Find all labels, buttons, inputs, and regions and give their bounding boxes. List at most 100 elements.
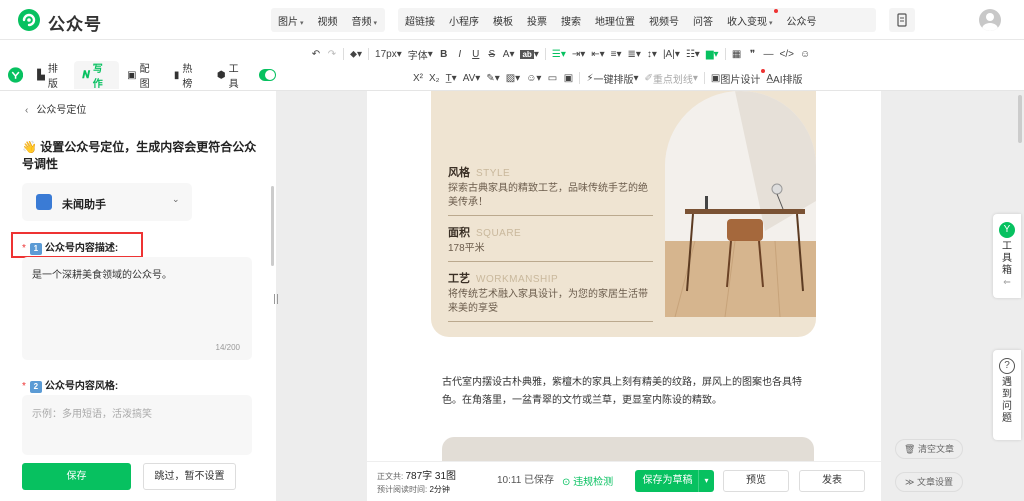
subscript-icon[interactable]: X₂ [426, 69, 443, 87]
menu-monetize[interactable]: 收入变现 [720, 8, 780, 28]
font-family-select[interactable]: 字体 ▾ [405, 45, 436, 63]
quote-icon[interactable]: ❞ [745, 45, 761, 63]
italic-icon[interactable]: I [452, 45, 468, 63]
clear-format-icon[interactable]: ✎▾ [483, 69, 502, 87]
help-tab[interactable]: ? 遇到问题 [993, 350, 1021, 440]
panel-resize-handle[interactable] [272, 288, 280, 310]
save-draft-button[interactable]: 保存为草稿 ▾ [635, 470, 714, 492]
word-stats: 正文共: 787字 31图 预计阅读时间: 2分钟 [377, 471, 457, 494]
page-scrollbar[interactable] [1018, 95, 1022, 143]
tab-image[interactable]: ▣ 配图 [119, 61, 166, 90]
paragraph-spacing-icon[interactable]: ≣▾ [625, 45, 644, 63]
menu-hyperlink[interactable]: 超链接 [398, 13, 442, 28]
content-style-input[interactable]: 示例：多用短语，活泼搞笑 [22, 395, 252, 455]
font-size-select[interactable]: 17px ▾ [372, 45, 405, 63]
undo-icon[interactable]: ↶ [308, 45, 324, 63]
top-bar: 公众号 图片 视频 音频 超链接 小程序 模板 投票 搜索 地理位置 视频号 问… [0, 0, 1024, 40]
block-style-icon[interactable]: ▆▾ [703, 45, 722, 63]
ai-typeset-button[interactable]: A̲ AI排版 [763, 69, 805, 87]
tab-tools[interactable]: ⬢ 工具 [209, 61, 255, 90]
chevron-down-icon[interactable]: ▾ [698, 470, 714, 492]
publish-button[interactable]: 发表 [799, 470, 865, 492]
key-line-button[interactable]: ✐ 重点划线 ▾ [642, 69, 701, 87]
outdent-icon[interactable]: ⇤▾ [588, 45, 607, 63]
save-button[interactable]: 保存 [22, 463, 131, 490]
tab-layout[interactable]: ▙ 排版 [29, 61, 74, 90]
menu-location[interactable]: 地理位置 [588, 13, 642, 28]
strikethrough-icon[interactable]: S [484, 45, 500, 63]
cube-icon: ⬢ [216, 69, 226, 81]
spec-area: 面积 SQUARE 178平米 [448, 224, 653, 262]
menu-video[interactable]: 视频 [311, 13, 345, 28]
chevron-double-down-icon: ≫ [905, 477, 917, 487]
plugin-logo-icon: Y [999, 222, 1015, 238]
menu-qa[interactable]: 问答 [686, 13, 720, 28]
question-icon: ? [999, 358, 1015, 374]
image-insert-icon[interactable]: ▨▾ [503, 69, 523, 87]
margin-icon[interactable]: |A|▾ [660, 45, 683, 63]
furniture-photo[interactable] [665, 91, 816, 317]
menu-miniprogram[interactable]: 小程序 [442, 13, 486, 28]
menu-audio[interactable]: 音频 [345, 13, 385, 28]
align-icon[interactable]: ☰▾ [549, 45, 569, 63]
plugin-logo-icon[interactable] [8, 67, 24, 83]
trash-icon: 🗑 [904, 444, 918, 454]
panel-scrollbar[interactable] [271, 186, 274, 266]
menu-search[interactable]: 搜索 [554, 13, 588, 28]
violation-check-link[interactable]: ⊙ 违规检测 [562, 473, 613, 488]
arrow-left-icon: ⇐ [1003, 277, 1011, 287]
tab-trending[interactable]: ▮ 热榜 [166, 61, 209, 90]
article-paragraph: 古代室内摆设古朴典雅，紫檀木的家具上刻有精美的纹路，屏风上的图案也各具特色。在角… [442, 377, 802, 406]
background-color-icon[interactable]: ab ▾ [517, 45, 541, 63]
char-spacing-icon[interactable]: AV▾ [460, 69, 484, 87]
editor-footer: 正文共: 787字 31图 预计阅读时间: 2分钟 10:11 已保存 ⊙ 违规… [367, 461, 881, 501]
preview-button[interactable]: 预览 [723, 470, 789, 492]
plugin-toggle[interactable] [258, 69, 277, 81]
write-icon: 𝑵 [82, 69, 90, 81]
text-align-icon[interactable]: T̲▾ [443, 69, 460, 87]
indent-icon[interactable]: ⇥▾ [569, 45, 588, 63]
divider-icon[interactable]: — [761, 45, 777, 63]
toolbox-tab[interactable]: Y 工具箱 ⇐ [993, 214, 1021, 298]
superscript-icon[interactable]: X² [410, 69, 426, 87]
one-click-layout-button[interactable]: ⚡ 一键排版 ▾ [583, 69, 641, 87]
emoji-icon[interactable]: ☺ [797, 45, 813, 63]
document-icon[interactable] [889, 8, 915, 32]
content-description-input[interactable]: 是一个深耕美食领域的公众号。 14/200 [22, 257, 252, 360]
image-design-button[interactable]: ▣ 图片设计 [708, 69, 766, 87]
assistant-select[interactable]: 未闻助手 ⌄ [22, 183, 192, 221]
redo-icon[interactable]: ↷ [324, 45, 340, 63]
table-icon[interactable]: ▦ [729, 45, 745, 63]
font-color-icon[interactable]: A▾ [500, 45, 518, 63]
save-status: 10:11 已保存 [497, 475, 555, 486]
underline-icon[interactable]: U [468, 45, 484, 63]
notification-dot [773, 8, 778, 13]
menu-official-account[interactable]: 公众号 [780, 13, 824, 28]
bold-icon[interactable]: B [436, 45, 452, 63]
toolbar-row-1: ↶ ↷ ⬥▾ 17px ▾ 字体 ▾ B I U S A▾ ab ▾ ☰▾ ⇥▾ ⇤▾… [308, 44, 813, 64]
menu-vote[interactable]: 投票 [520, 13, 554, 28]
article-settings-button[interactable]: ≫ 文章设置 [895, 472, 963, 492]
code-icon[interactable]: </> [777, 45, 797, 63]
line-height-icon[interactable]: ≡▾ [608, 45, 625, 63]
menu-image[interactable]: 图片 [271, 13, 311, 28]
article-editor[interactable]: 风格 STYLE 探索古典家具的精致工艺，品味传统手艺的绝美传承！ 面积 SQUAR… [367, 91, 881, 501]
char-counter: 14/200 [215, 343, 240, 352]
menu-template[interactable]: 模板 [486, 13, 520, 28]
format-painter-icon[interactable]: ⬥▾ [347, 45, 365, 63]
skip-button[interactable]: 跳过，暂不设置 [143, 463, 236, 490]
letter-spacing-icon[interactable]: ↕▾ [644, 45, 660, 63]
feature-card: 风格 STYLE 探索古典家具的精致工艺，品味传统手艺的绝美传承！ 面积 SQUAR… [431, 91, 816, 337]
sticker-icon[interactable]: ☺▾ [523, 69, 544, 87]
back-link[interactable]: ‹ 公众号定位 [25, 101, 86, 116]
tab-write[interactable]: 𝑵 写作 [74, 61, 120, 90]
insert-menu-group: 超链接 小程序 模板 投票 搜索 地理位置 视频号 问答 收入变现 公众号 [398, 8, 876, 32]
panel-heading: 👋 设置公众号定位，生成内容会更符合公众号调性 [22, 140, 257, 171]
toolbar-row-2: X² X₂ T̲▾ AV▾ ✎▾ ▨▾ ☺▾ ▭ ▣ ⚡ 一键排版 ▾ ✐ 重点划线 ▾… [410, 68, 806, 88]
menu-channels[interactable]: 视频号 [642, 13, 686, 28]
html-icon[interactable]: ▭ [544, 69, 560, 87]
product-icon[interactable]: ▣ [560, 69, 576, 87]
list-icon[interactable]: ☷▾ [683, 45, 703, 63]
clear-article-button[interactable]: 🗑 清空文章 [895, 439, 963, 459]
user-avatar[interactable] [979, 9, 1001, 31]
